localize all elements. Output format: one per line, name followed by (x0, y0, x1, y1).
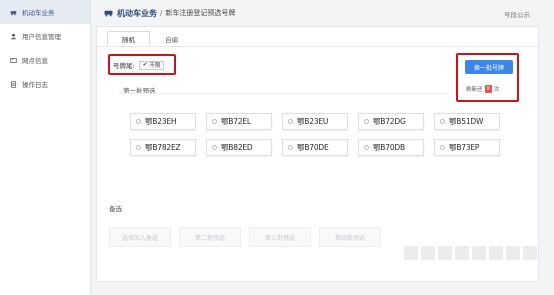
plate-number: 鄂B72DG (373, 117, 406, 126)
sidebar-item-label: 网点信息 (22, 57, 48, 65)
radio-icon[interactable] (440, 119, 445, 124)
refresh-suffix: 次 (493, 87, 500, 93)
tail-filter-select[interactable]: ✔ 不限 (138, 60, 165, 70)
blur-block (489, 246, 503, 260)
group-divider (119, 93, 449, 94)
breadcrumb-separator: / (160, 9, 163, 17)
plate-number: 鄂B82ED (221, 143, 253, 152)
tab-custom[interactable]: 自编 (150, 31, 193, 46)
sidebar-item-user-management[interactable]: 用户信息管理 (0, 24, 90, 48)
tail-filter: 号牌尾: ✔ 不限 (113, 60, 165, 70)
radio-icon[interactable] (288, 145, 293, 150)
sidebar-item-operation-log[interactable]: 操作日志 (0, 72, 90, 96)
plate-option[interactable]: 鄂B23EU (282, 113, 348, 130)
tail-filter-label: 号牌尾: (113, 62, 135, 70)
blur-block (455, 246, 469, 260)
car-icon (104, 10, 113, 17)
document-icon (10, 80, 17, 88)
plate-number: 鄂B73EP (449, 143, 480, 152)
radio-icon[interactable] (364, 119, 369, 124)
blur-block (506, 246, 520, 260)
plate-number: 鄂B70DE (297, 143, 329, 152)
plate-grid: 鄂B23EH 鄂B72EL 鄂B23EU 鄂B72DG 鄂B51DW 鄂B782… (130, 113, 500, 156)
blurred-watermark (404, 246, 537, 260)
blur-block (472, 246, 486, 260)
backup-button[interactable]: 第二批预选 (179, 227, 241, 247)
plate-number: 鄂B51DW (449, 117, 484, 126)
plate-option[interactable]: 鄂B70DB (358, 139, 424, 156)
tail-filter-value: 不限 (149, 63, 161, 69)
plate-number: 鄂B782EZ (145, 143, 181, 152)
plate-option[interactable]: 鄂B70DE (282, 139, 348, 156)
sidebar-item-label: 用户信息管理 (22, 33, 61, 41)
radio-icon[interactable] (136, 145, 141, 150)
plate-number: 鄂B70DB (373, 143, 405, 152)
plate-number: 鄂B72EL (221, 117, 251, 126)
backup-button[interactable]: 第三批预选 (249, 227, 311, 247)
segment-notice-link[interactable]: 号段公示 (504, 9, 530, 19)
breadcrumb-main[interactable]: 机动车业务 (117, 8, 157, 19)
sidebar-item-label: 机动车业务 (22, 9, 55, 17)
backup-buttons: 选择加入备选 第二批预选 第三批预选 第四批预选 (109, 227, 381, 247)
user-icon (10, 33, 17, 40)
next-batch-button[interactable]: 换一批号牌 (465, 60, 513, 74)
radio-icon[interactable] (364, 145, 369, 150)
plate-number: 鄂B23EH (145, 117, 177, 126)
radio-icon[interactable] (212, 119, 217, 124)
refresh-counter: 刷新还 9 次 (466, 85, 499, 93)
main-content: 机动车业务 / 新车注册登记预选号牌 号段公示 随机 自编 号牌尾: ✔ 不限 … (96, 0, 554, 282)
sidebar-item-vehicle-business[interactable]: 机动车业务 (0, 0, 90, 24)
radio-icon[interactable] (136, 119, 141, 124)
car-icon (10, 9, 17, 16)
backup-title: 备选 (109, 205, 122, 213)
radio-icon[interactable] (288, 119, 293, 124)
plate-option[interactable]: 鄂B72DG (358, 113, 424, 130)
sidebar-item-label: 操作日志 (22, 81, 48, 89)
check-icon: ✔ (142, 62, 148, 68)
backup-button[interactable]: 选择加入备选 (109, 227, 171, 247)
breadcrumb: 机动车业务 / 新车注册登记预选号牌 (96, 0, 554, 26)
breadcrumb-current: 新车注册登记预选号牌 (165, 9, 236, 17)
radio-icon[interactable] (440, 145, 445, 150)
tab-random[interactable]: 随机 (107, 31, 150, 46)
refresh-count-badge: 9 (484, 85, 492, 93)
blur-block (438, 246, 452, 260)
plate-number: 鄂B23EU (297, 117, 329, 126)
tab-bar: 随机 自编 (107, 31, 193, 46)
card-icon (10, 57, 17, 64)
blur-block (421, 246, 435, 260)
tab-divider (97, 46, 538, 47)
backup-button[interactable]: 第四批预选 (319, 227, 381, 247)
plate-option[interactable]: 鄂B82ED (206, 139, 272, 156)
plate-option[interactable]: 鄂B51DW (434, 113, 500, 130)
radio-icon[interactable] (212, 145, 217, 150)
plate-option[interactable]: 鄂B782EZ (130, 139, 196, 156)
sidebar: 机动车业务 用户信息管理 网点信息 操作日志 (0, 0, 91, 295)
blur-block (404, 246, 418, 260)
plate-option[interactable]: 鄂B72EL (206, 113, 272, 130)
blur-block (523, 246, 537, 260)
sidebar-item-outlet-info[interactable]: 网点信息 (0, 48, 90, 72)
plate-option[interactable]: 鄂B73EP (434, 139, 500, 156)
plate-selection-panel: 随机 自编 号牌尾: ✔ 不限 换一批号牌 刷新还 9 次 第一批预选 鄂B23… (96, 26, 539, 282)
plate-option[interactable]: 鄂B23EH (130, 113, 196, 130)
refresh-prefix: 刷新还 (466, 87, 483, 93)
